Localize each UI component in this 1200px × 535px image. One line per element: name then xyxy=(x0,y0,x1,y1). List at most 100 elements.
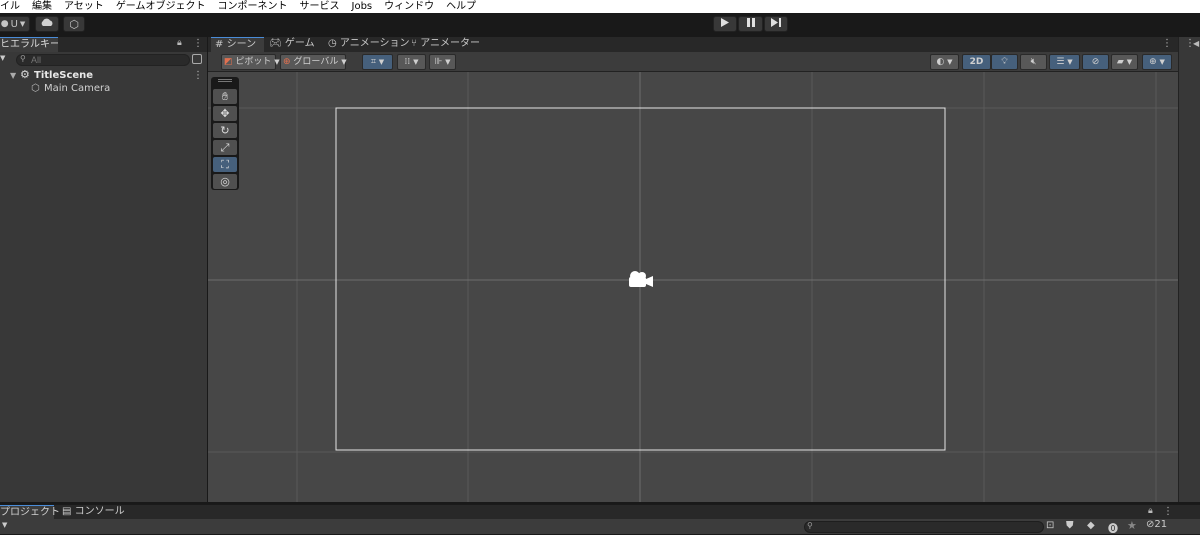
search-by-type-icon[interactable]: ⊡ xyxy=(1046,520,1054,531)
hidden-packages-toggle[interactable]: ⊘21 xyxy=(1146,519,1167,530)
hierarchy-tab-label: ヒエラルキー xyxy=(0,39,58,50)
tab-animator[interactable]: ⑂ アニメーター xyxy=(411,37,480,52)
eye-off-icon: ⊘ xyxy=(1091,57,1100,67)
menu-services[interactable]: サービス xyxy=(300,0,340,13)
account-label: U xyxy=(10,18,18,30)
menu-file[interactable]: イル xyxy=(0,0,20,13)
rect-tool-button[interactable]: ⛶ xyxy=(213,157,237,172)
drag-handle-icon[interactable] xyxy=(218,79,232,82)
audio-mute-icon: 🔇︎ xyxy=(1030,57,1037,67)
log-icon[interactable]: ⓿ xyxy=(1108,520,1118,535)
menu-window[interactable]: ウィンドウ xyxy=(384,0,434,13)
gizmos-globe-icon: ⊕ xyxy=(1149,57,1157,67)
tab-scene[interactable]: # シーン xyxy=(211,37,264,52)
step-icon xyxy=(771,18,781,30)
effects-dropdown[interactable]: ☰ ▼ xyxy=(1049,54,1080,70)
pivot-toggle[interactable]: ◩ ピボット ▼ xyxy=(221,54,280,70)
main-toolbar: ● U ▼ ⬡ xyxy=(0,13,1200,37)
increment-snap-icon: ⊪ xyxy=(434,57,443,67)
collapse-arrow-icon[interactable]: ◀ xyxy=(1193,39,1199,48)
chevron-down-icon: ▼ xyxy=(274,58,280,66)
move-tool-button[interactable]: ✥ xyxy=(213,106,237,121)
gamepad-icon: 🎮︎ xyxy=(269,38,282,49)
menu-help[interactable]: ヘルプ xyxy=(446,0,476,13)
menu-jobs[interactable]: Jobs xyxy=(352,0,373,13)
scene-viewport[interactable] xyxy=(208,72,1178,502)
audio-toggle[interactable]: 🔇︎ xyxy=(1020,54,1047,70)
tab-animator-label: アニメーター xyxy=(420,38,480,49)
account-button[interactable]: ● U ▼ xyxy=(0,16,30,32)
scale-icon: ⤢ xyxy=(220,140,230,154)
unity-scene-icon: ⚙ xyxy=(20,68,30,81)
menu-assets[interactable]: アセット xyxy=(64,0,104,13)
search-by-label-icon[interactable]: ⛊ xyxy=(1066,520,1074,531)
cloud-button[interactable] xyxy=(35,16,59,32)
gizmos-dropdown[interactable]: ⊕ ▼ xyxy=(1142,54,1172,70)
tab-hierarchy[interactable]: ヒエラルキー xyxy=(0,37,58,52)
transform-tool-button[interactable]: ◎ xyxy=(213,174,237,189)
hand-icon: ✋︎ xyxy=(221,89,229,103)
menu-gameobject[interactable]: ゲームオブジェクト xyxy=(116,0,206,13)
lighting-toggle[interactable]: 💡︎ xyxy=(991,54,1018,70)
lock-icon[interactable]: 🔒︎ xyxy=(177,38,182,48)
chevron-down-icon: ▼ xyxy=(1159,58,1165,66)
grid-visibility-toggle[interactable]: ⁞⁞ ▼ xyxy=(397,54,426,70)
hierarchy-search-input[interactable] xyxy=(16,54,190,66)
video-camera-icon: ▰ xyxy=(1116,57,1124,67)
rotate-tool-button[interactable]: ↻ xyxy=(213,123,237,138)
add-dropdown-icon[interactable]: ▼ xyxy=(0,54,5,62)
tab-console[interactable]: ▤ コンソール xyxy=(62,505,125,520)
lock-icon[interactable]: 🔒︎ xyxy=(1148,506,1153,516)
draw-mode-dropdown[interactable]: ◐ ▼ xyxy=(930,54,959,70)
collab-button[interactable]: ⬡ xyxy=(63,16,85,32)
create-dropdown-icon[interactable]: ▼ xyxy=(2,521,7,529)
scene-menu-icon[interactable]: ⋮ xyxy=(193,69,203,82)
hand-tool-button[interactable]: ✋︎ xyxy=(213,89,237,104)
step-button[interactable] xyxy=(764,16,788,32)
console-icon: ▤ xyxy=(62,506,72,517)
pause-button[interactable] xyxy=(738,16,763,32)
rotate-icon: ↻ xyxy=(220,124,230,137)
scene-kebab-icon[interactable]: ⋮ xyxy=(1162,38,1172,49)
scale-tool-button[interactable]: ⤢ xyxy=(213,140,237,155)
chevron-down-icon: ▼ xyxy=(19,20,26,28)
camera-gizmo-icon[interactable] xyxy=(626,270,656,293)
tab-project-label: プロジェクト xyxy=(0,507,60,518)
menu-component[interactable]: コンポーネント xyxy=(218,0,288,13)
camera-settings-dropdown[interactable]: ▰ ▼ xyxy=(1111,54,1138,70)
hidden-objects-toggle[interactable]: ⊘ xyxy=(1082,54,1109,70)
transform-icon: ◎ xyxy=(220,175,230,188)
project-search-input[interactable] xyxy=(804,521,1044,533)
play-button[interactable] xyxy=(713,16,737,32)
tab-project[interactable]: プロジェクト xyxy=(0,505,60,520)
search-icon: ⚲ xyxy=(807,521,813,530)
kebab-menu-icon[interactable]: ⋮ xyxy=(193,38,203,49)
clock-icon: ◷ xyxy=(328,38,337,49)
tab-game[interactable]: 🎮︎ ゲーム xyxy=(269,37,315,52)
effects-icon: ☰ xyxy=(1056,57,1065,67)
shading-sphere-icon: ◐ xyxy=(936,57,945,67)
chevron-down-icon: ▼ xyxy=(413,58,419,66)
mode-2d-toggle[interactable]: 2D xyxy=(962,54,991,70)
expand-arrow-icon[interactable]: ▼ xyxy=(10,69,16,82)
move-arrows-icon: ✥ xyxy=(220,107,230,120)
chevron-down-icon: ▼ xyxy=(1126,58,1133,66)
increment-snap-toggle[interactable]: ⊪ ▼ xyxy=(429,54,456,70)
pivot-label: ピボット xyxy=(235,57,272,67)
hierarchy-scene-row[interactable]: ▼ ⚙ TitleScene ⋮ xyxy=(0,68,207,82)
search-icon: ⚲ xyxy=(20,54,26,63)
hierarchy-panel xyxy=(0,52,207,502)
kebab-menu-icon[interactable]: ⋮ xyxy=(1163,506,1173,517)
tab-animation[interactable]: ◷ アニメーション xyxy=(328,37,410,52)
global-toggle[interactable]: ⊕ グローバル ▼ xyxy=(280,54,347,70)
hexagon-icon: ⬡ xyxy=(69,17,79,31)
favorite-star-icon[interactable]: ★ xyxy=(1127,519,1137,532)
hierarchy-item[interactable]: ⬡ Main Camera xyxy=(0,82,207,95)
search-by-type-icon[interactable] xyxy=(192,54,202,64)
tag-icon[interactable]: ◆ xyxy=(1087,520,1095,531)
play-icon xyxy=(721,18,729,30)
grid-dots-icon: ⁞⁞ xyxy=(404,57,411,67)
tab-animation-label: アニメーション xyxy=(339,38,410,49)
menu-edit[interactable]: 編集 xyxy=(32,0,52,13)
snap-toggle[interactable]: ⌗ ▼ xyxy=(362,54,393,70)
